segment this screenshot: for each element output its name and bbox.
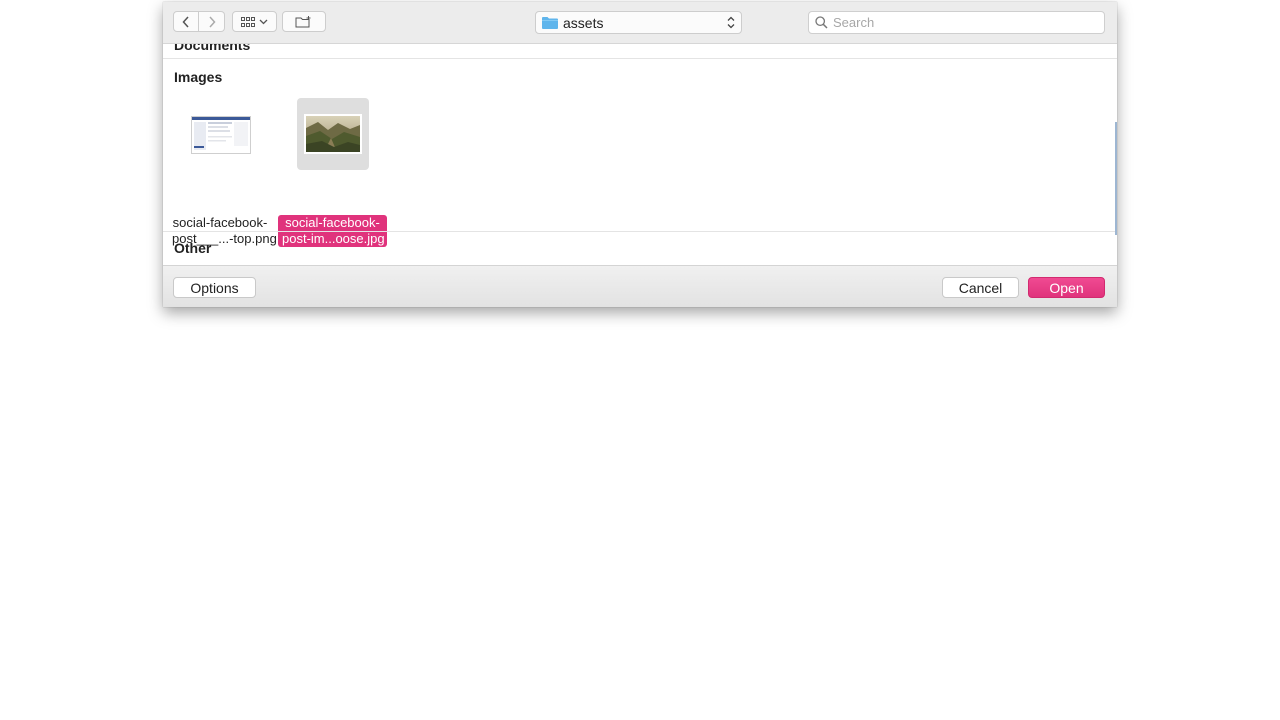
scrollbar[interactable] [1115,122,1117,235]
section-header-other: Other [174,240,212,256]
dialog-toolbar: assets [163,2,1117,44]
search-field[interactable] [808,11,1105,34]
file-thumbnail-container [297,98,369,170]
chevron-left-icon [182,15,189,28]
icon-grid-icon [241,16,255,27]
open-file-dialog: assets Documents Images [163,2,1117,307]
dialog-footer: Options Cancel Open [163,265,1117,307]
folder-icon [542,16,558,29]
file-name-line-2: post-im...oose.jpg [282,231,385,246]
location-dropdown[interactable]: assets [535,11,742,34]
landscape-photo-thumbnail [304,114,362,154]
options-button[interactable]: Options [173,277,256,298]
search-input[interactable] [833,15,1093,30]
forward-button[interactable] [199,11,225,32]
section-divider [163,231,1117,232]
open-button[interactable]: Open [1028,277,1105,298]
file-name-line-1: social-facebook- [172,215,268,230]
chevron-right-icon [208,15,216,28]
file-thumbnail-container [185,99,257,171]
location-label: assets [563,14,604,31]
back-button[interactable] [173,11,199,32]
screenshot-thumbnail [191,116,251,154]
view-mode-button[interactable] [232,11,277,32]
cancel-button[interactable]: Cancel [942,277,1019,298]
section-header-images: Images [174,69,223,85]
search-icon [815,16,828,29]
file-name-line-1: social-facebook- [285,215,380,230]
section-divider [163,58,1117,59]
file-browser-content: Documents Images social-facebook- post__… [163,44,1117,265]
section-header-documents: Documents [174,44,251,53]
new-folder-icon [295,15,311,27]
new-folder-button[interactable] [282,11,326,32]
up-down-arrows-icon [727,16,735,29]
chevron-down-icon [259,19,268,24]
